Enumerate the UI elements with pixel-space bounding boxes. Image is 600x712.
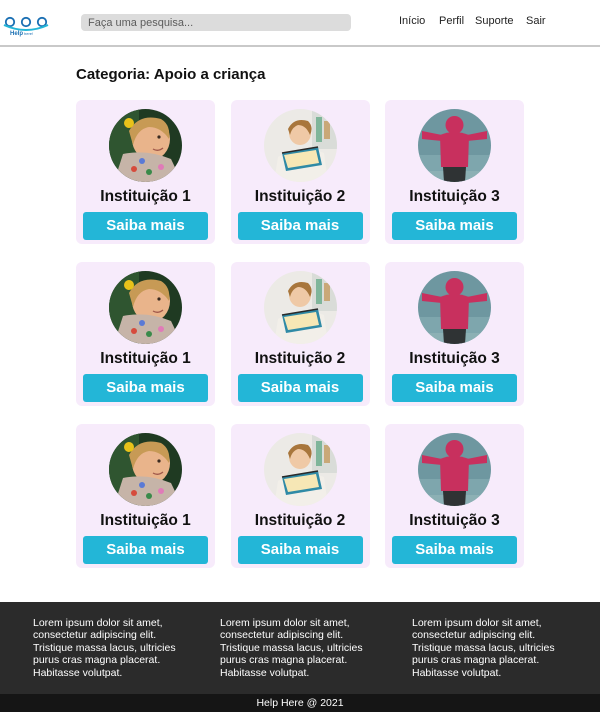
saiba-mais-button[interactable]: Saiba mais [237, 212, 363, 240]
institution-photo [263, 271, 337, 344]
footer: Lorem ipsum dolor sit amet, consectetur … [0, 602, 600, 712]
institution-name: Instituição 1 [100, 188, 191, 205]
institution-photo [109, 271, 182, 344]
institution-photo [418, 109, 491, 182]
footer-text-line: consectetur adipiscing elit. [220, 629, 344, 642]
institution-name: Instituição 2 [254, 188, 346, 205]
child-reading-image [263, 433, 337, 506]
nav-perfil[interactable]: Perfil [439, 15, 464, 27]
footer-text-line: Habitasse volutpat. [220, 666, 310, 679]
institution-name: Instituição 2 [254, 512, 346, 529]
child-reading-image [263, 271, 337, 344]
nav-sair[interactable]: Sair [526, 15, 546, 27]
footer-text-line: purus cras magna placerat. [33, 654, 161, 667]
copyright: Help Here @ 2021 [0, 694, 600, 712]
institution-photo [418, 271, 491, 344]
logo-icon [3, 16, 49, 31]
child-reading-image [263, 109, 337, 182]
footer-column: Lorem ipsum dolor sit amet, consectetur … [220, 617, 395, 679]
footer-text-line: Habitasse volutpat. [412, 666, 502, 679]
girl-portrait-image [109, 271, 182, 344]
institution-card: Instituição 2 Saiba mais [230, 262, 370, 406]
saiba-mais-button[interactable]: Saiba mais [83, 374, 208, 402]
institution-photo [263, 433, 337, 506]
page-title: Categoria: Apoio a criança [76, 66, 266, 83]
saiba-mais-button[interactable]: Saiba mais [392, 536, 517, 564]
nav-inicio[interactable]: Início [399, 15, 425, 27]
child-pink-hoodie-image [418, 109, 491, 182]
footer-text-line: Habitasse volutpat. [33, 666, 123, 679]
saiba-mais-button[interactable]: Saiba mais [83, 536, 208, 564]
nav-suporte[interactable]: Suporte [475, 15, 514, 27]
institution-card: Instituição 1 Saiba mais [76, 100, 215, 244]
institution-name: Instituição 2 [254, 350, 346, 367]
girl-portrait-image [109, 433, 182, 506]
saiba-mais-button[interactable]: Saiba mais [392, 374, 517, 402]
footer-text-line: Lorem ipsum dolor sit amet, [220, 617, 350, 629]
institution-photo [263, 109, 337, 182]
institution-card: Instituição 1 Saiba mais [76, 424, 215, 568]
institution-name: Instituição 3 [409, 512, 500, 529]
logo-text-main: Help [10, 31, 24, 37]
institution-card: Instituição 1 Saiba mais [76, 262, 215, 406]
footer-text-line: consectetur adipiscing elit. [33, 629, 157, 642]
institution-card: Instituição 2 Saiba mais [230, 424, 370, 568]
institution-name: Instituição 1 [100, 512, 191, 529]
institution-name: Instituição 3 [409, 350, 500, 367]
footer-column: Lorem ipsum dolor sit amet, consectetur … [412, 617, 587, 679]
child-pink-hoodie-image [418, 271, 491, 344]
child-pink-hoodie-image [418, 433, 491, 506]
footer-text-line: purus cras magna placerat. [412, 654, 540, 667]
saiba-mais-button[interactable]: Saiba mais [237, 536, 363, 564]
saiba-mais-button[interactable]: Saiba mais [237, 374, 363, 402]
footer-text-line: Tristique massa lacus, ultricies [412, 641, 555, 654]
footer-text-line: Tristique massa lacus, ultricies [33, 641, 176, 654]
institution-card: Instituição 2 Saiba mais [230, 100, 370, 244]
footer-text-line: Tristique massa lacus, ultricies [220, 641, 363, 654]
logo-text: Helphere! [10, 31, 33, 37]
institution-grid: Instituição 1 Saiba mais Instituição 2 S… [76, 100, 526, 568]
institution-card: Instituição 3 Saiba mais [385, 262, 524, 406]
logo[interactable]: Helphere! [0, 0, 55, 45]
saiba-mais-button[interactable]: Saiba mais [83, 212, 208, 240]
institution-photo [109, 433, 182, 506]
footer-text-line: purus cras magna placerat. [220, 654, 348, 667]
logo-text-sub: here! [24, 31, 34, 36]
search-input[interactable] [81, 14, 351, 31]
institution-card: Instituição 3 Saiba mais [385, 424, 524, 568]
institution-name: Instituição 1 [100, 350, 191, 367]
institution-name: Instituição 3 [409, 188, 500, 205]
institution-photo [418, 433, 491, 506]
institution-card: Instituição 3 Saiba mais [385, 100, 524, 244]
saiba-mais-button[interactable]: Saiba mais [392, 212, 517, 240]
footer-column: Lorem ipsum dolor sit amet, consectetur … [33, 617, 208, 679]
footer-text-line: Lorem ipsum dolor sit amet, [412, 617, 542, 629]
footer-text-line: Lorem ipsum dolor sit amet, [33, 617, 163, 629]
footer-text-line: consectetur adipiscing elit. [412, 629, 536, 642]
institution-photo [109, 109, 182, 182]
header: Helphere! Início Perfil Suporte Sair [0, 0, 600, 47]
girl-portrait-image [109, 109, 182, 182]
